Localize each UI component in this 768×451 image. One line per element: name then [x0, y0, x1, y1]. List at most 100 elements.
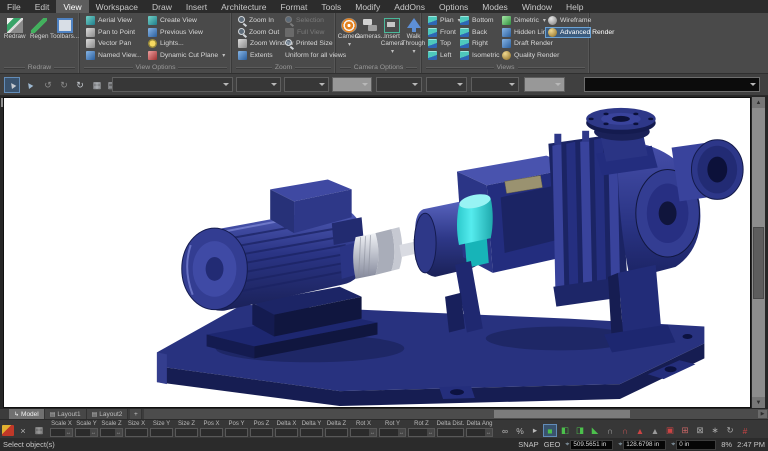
line-style-combo[interactable] — [376, 77, 422, 92]
draft-render-button[interactable]: Draft Render — [499, 38, 545, 50]
dynamic-cut-plane-button[interactable]: Dynamic Cut Plane — [145, 50, 229, 62]
tangent-snap-icon[interactable]: ↻ — [723, 424, 737, 437]
regen-button[interactable]: Regen — [28, 15, 52, 41]
redo-button[interactable]: ↻ — [56, 77, 72, 93]
camera-button[interactable]: Camera — [339, 15, 359, 49]
cameras-button[interactable]: Cameras... — [360, 15, 381, 41]
node-edit-tool-button[interactable]: ▲ — [21, 77, 37, 93]
select-mode-fence-icon[interactable]: ◣ — [588, 424, 602, 437]
tab-model[interactable]: ↳ Model — [9, 409, 45, 419]
midpoint-snap-icon[interactable]: ▲ — [648, 424, 662, 437]
geo-toggle[interactable]: GEO — [544, 440, 561, 449]
menu-addons[interactable]: AddOns — [387, 0, 432, 13]
menu-draw[interactable]: Draw — [145, 0, 179, 13]
field-delta-ang[interactable]: Delta Ang — [466, 421, 493, 437]
create-view-button[interactable]: Create View — [145, 15, 229, 27]
field-pos-x[interactable]: Pos X — [200, 421, 223, 437]
tab-layout2[interactable]: ▤ Layout2 — [87, 409, 129, 419]
magnet-snap-icon[interactable]: ∩ — [603, 424, 617, 437]
field-delta-x[interactable]: Delta X — [275, 421, 298, 437]
coord-y-field[interactable]: 128.6798 in — [623, 440, 666, 450]
hatch-combo[interactable] — [471, 77, 519, 92]
hidden-line-button[interactable]: Hidden Line — [499, 27, 545, 39]
menu-file[interactable]: File — [0, 0, 28, 13]
link-icon[interactable]: ∞ — [498, 424, 512, 437]
model-canvas[interactable] — [3, 97, 751, 408]
menu-format[interactable]: Format — [273, 0, 314, 13]
advanced-render-button[interactable]: Advanced Render — [545, 27, 591, 39]
horizontal-scrollbar[interactable]: ▶ — [144, 409, 768, 419]
menu-tools[interactable]: Tools — [314, 0, 348, 13]
select-mode-crossing-icon[interactable]: ◨ — [573, 424, 587, 437]
vertex-snap-icon[interactable]: ▲ — [633, 424, 647, 437]
view-bottom-button[interactable]: Bottom — [457, 15, 499, 27]
vertical-scrollbar-thumb[interactable] — [753, 227, 764, 299]
view-front-button[interactable]: Front — [425, 27, 457, 39]
menu-modify[interactable]: Modify — [348, 0, 387, 13]
add-sheet-button[interactable]: + — [130, 409, 142, 419]
menu-options[interactable]: Options — [432, 0, 475, 13]
insert-camera-button[interactable]: Insert Camera — [382, 15, 402, 55]
menu-insert[interactable]: Insert — [179, 0, 214, 13]
menu-view[interactable]: View — [56, 0, 88, 13]
zoom-extents-button[interactable]: Extents — [235, 50, 282, 62]
snap-toggle[interactable]: SNAP — [518, 440, 538, 449]
field-rot-x[interactable]: Rot X — [350, 421, 377, 437]
field-size-y[interactable]: Size Y — [150, 421, 173, 437]
view-isometric-button[interactable]: Isometric — [457, 50, 499, 62]
grid-toggle-button[interactable]: ▦ — [89, 77, 105, 93]
field-rot-z[interactable]: Rot Z — [408, 421, 435, 437]
menu-modes[interactable]: Modes — [475, 0, 515, 13]
layer-combo[interactable] — [236, 77, 281, 92]
field-pos-z[interactable]: Pos Z — [250, 421, 273, 437]
wireframe-button[interactable]: Wireframe — [545, 15, 591, 27]
nearest-snap-icon[interactable]: ∗ — [708, 424, 722, 437]
view-right-button[interactable]: Right — [457, 38, 499, 50]
color-combo[interactable] — [284, 77, 329, 92]
walk-through-button[interactable]: Walk Through — [403, 15, 424, 55]
intersection-snap-icon[interactable]: ⊠ — [693, 424, 707, 437]
pick-arrow-icon[interactable]: ▸ — [528, 424, 542, 437]
horizontal-scrollbar-thumb[interactable] — [494, 410, 630, 418]
scale-field-combo[interactable] — [524, 77, 565, 92]
inspector-grid-button[interactable]: ▦ — [32, 424, 46, 437]
tab-layout1[interactable]: ▤ Layout1 — [45, 409, 87, 419]
select-mode-window-icon[interactable]: ◧ — [558, 424, 572, 437]
field-size-x[interactable]: Size X — [125, 421, 148, 437]
style-combo[interactable] — [112, 77, 233, 92]
undo-button[interactable]: ↺ — [40, 77, 56, 93]
field-scale-z[interactable]: Scale Z — [100, 421, 123, 437]
scroll-up-icon[interactable]: ▲ — [752, 97, 765, 108]
grid-snap-icon[interactable]: # — [738, 424, 752, 437]
quality-render-button[interactable]: Quality Render — [499, 50, 545, 62]
pan-to-point-button[interactable]: Pan to Point — [83, 27, 145, 39]
zoom-out-button[interactable]: Zoom Out — [235, 27, 282, 39]
named-view-button[interactable]: Named View... — [83, 50, 145, 62]
menu-workspace[interactable]: Workspace — [89, 0, 145, 13]
quadrant-snap-icon[interactable]: ⊞ — [678, 424, 692, 437]
menu-architecture[interactable]: Architecture — [214, 0, 273, 13]
field-delta-y[interactable]: Delta Y — [300, 421, 323, 437]
field-pos-y[interactable]: Pos Y — [225, 421, 248, 437]
redraw-button[interactable]: Redraw — [3, 15, 27, 41]
zoom-level-indicator[interactable]: 8% — [721, 440, 732, 449]
previous-view-button[interactable]: Previous View — [145, 27, 229, 39]
scroll-right-icon[interactable]: ▶ — [758, 410, 767, 418]
view-left-button[interactable]: Left — [425, 50, 457, 62]
lights-button[interactable]: Lights... — [145, 38, 229, 50]
coord-z-field[interactable]: 0 in — [676, 440, 716, 450]
aerial-view-button[interactable]: Aerial View — [83, 15, 145, 27]
scroll-down-icon[interactable]: ▼ — [752, 397, 765, 408]
inspector-tool-icon[interactable] — [2, 425, 14, 436]
select-mode-active-icon[interactable]: ■ — [543, 424, 557, 437]
view-dimetric-button[interactable]: Dimetric — [499, 15, 545, 27]
field-rot-y[interactable]: Rot Y — [379, 421, 406, 437]
pattern-combo[interactable] — [426, 77, 467, 92]
view-back-button[interactable]: Back — [457, 27, 499, 39]
printed-size-button[interactable]: Printed Size — [282, 38, 338, 50]
view-plan-button[interactable]: Plan — [425, 15, 457, 27]
field-scale-x[interactable]: Scale X — [50, 421, 73, 437]
zoom-window-button[interactable]: Zoom Window — [235, 38, 282, 50]
field-scale-y[interactable]: Scale Y — [75, 421, 98, 437]
vertical-scrollbar[interactable]: ▲ ▼ — [752, 97, 765, 408]
